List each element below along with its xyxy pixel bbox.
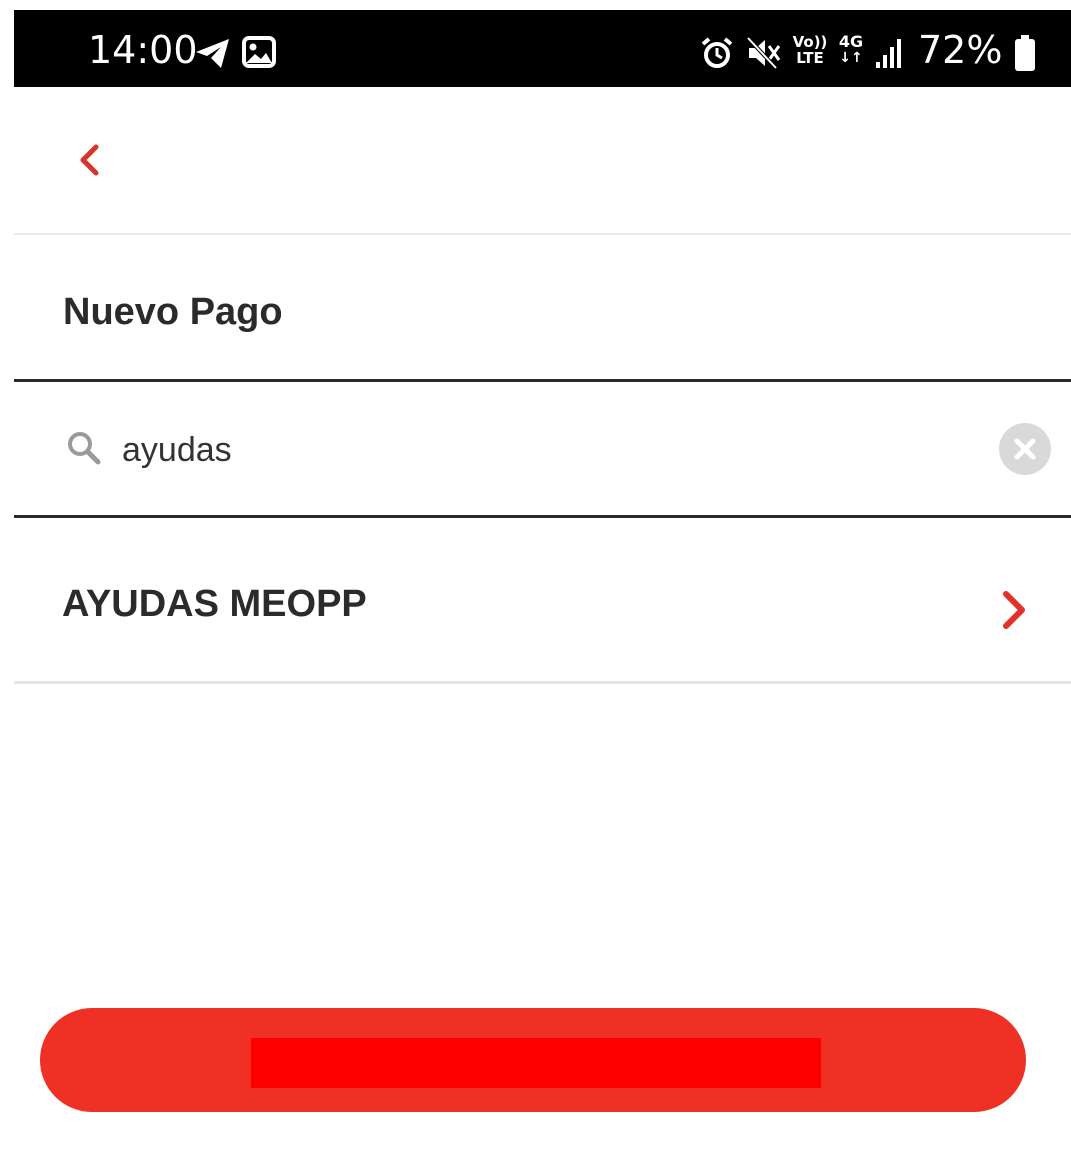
alarm-icon xyxy=(701,37,733,68)
page-title: Nuevo Pago xyxy=(63,291,283,333)
signal-icon xyxy=(876,39,901,68)
title-section: Nuevo Pago xyxy=(14,235,1071,382)
clear-icon xyxy=(1014,438,1036,460)
gallery-icon xyxy=(242,36,276,68)
lte-label: LTE xyxy=(796,49,824,67)
clear-search-button[interactable] xyxy=(999,423,1051,475)
volte-icon: Vo)) LTE xyxy=(792,34,828,70)
app-header xyxy=(14,87,1071,235)
search-icon xyxy=(68,432,101,465)
battery-icon xyxy=(1015,35,1035,71)
result-item-ayudas-meopp[interactable]: AYUDAS MEOPP xyxy=(14,518,1071,684)
mute-icon xyxy=(746,36,781,70)
primary-action-button[interactable] xyxy=(40,1008,1026,1112)
result-label: AYUDAS MEOPP xyxy=(62,583,367,625)
chevron-left-icon xyxy=(80,144,99,176)
network-type-label: 4G xyxy=(838,32,864,51)
chevron-right-icon xyxy=(1003,591,1025,629)
battery-percent: 72% xyxy=(918,28,1003,72)
app-screen: 14:00 Vo)) LTE 4G ↓↑ 72% Nuevo Pago ayud… xyxy=(14,10,1071,1152)
telegram-icon xyxy=(196,39,229,68)
volte-label: Vo)) xyxy=(792,33,828,51)
network-4g-icon: 4G ↓↑ xyxy=(836,34,866,70)
search-input[interactable] xyxy=(122,424,982,476)
search-bar xyxy=(14,382,1071,518)
status-bar: 14:00 Vo)) LTE 4G ↓↑ 72% xyxy=(14,10,1071,87)
redacted-label xyxy=(251,1038,821,1088)
back-button[interactable] xyxy=(66,135,116,185)
status-time: 14:00 xyxy=(88,28,198,72)
